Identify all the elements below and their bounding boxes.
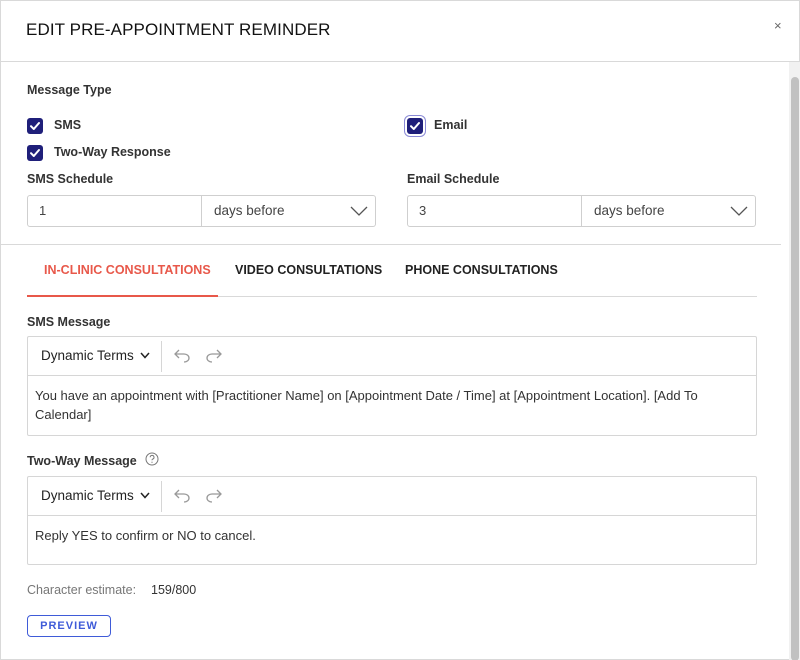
undo-icon[interactable] — [173, 349, 191, 363]
tab-in-clinic-consultations[interactable]: IN-CLINIC CONSULTATIONS — [44, 263, 211, 277]
close-icon[interactable]: × — [774, 18, 782, 33]
help-circle-icon[interactable] — [145, 452, 159, 466]
character-estimate-label: Character estimate: — [27, 583, 137, 597]
checkmark-icon — [410, 122, 420, 130]
toolbar-separator — [161, 481, 162, 512]
tab-phone-consultations[interactable]: PHONE CONSULTATIONS — [405, 263, 558, 277]
chevron-down-icon — [350, 206, 368, 216]
email-checkbox-label: Email — [434, 118, 468, 132]
section-divider — [1, 244, 781, 245]
redo-icon[interactable] — [205, 349, 223, 363]
sms-message-label: SMS Message — [27, 315, 111, 329]
dynamic-terms-dropdown[interactable]: Dynamic Terms — [41, 348, 150, 363]
sms-editor-toolbar: Dynamic Terms — [28, 337, 756, 376]
dynamic-terms-label: Dynamic Terms — [41, 488, 134, 503]
chevron-down-icon — [730, 206, 748, 216]
sms-message-text[interactable]: You have an appointment with [Practition… — [35, 386, 745, 424]
email-schedule-label: Email Schedule — [407, 172, 500, 186]
checkmark-icon — [30, 122, 40, 130]
chevron-down-icon — [140, 492, 150, 499]
sms-checkbox[interactable] — [27, 118, 43, 134]
two-way-response-label: Two-Way Response — [54, 145, 171, 159]
undo-icon[interactable] — [173, 489, 191, 503]
sms-schedule-days-input[interactable]: 1 — [27, 195, 202, 227]
two-way-message-text[interactable]: Reply YES to confirm or NO to cancel. — [35, 526, 745, 545]
chevron-down-icon — [140, 352, 150, 359]
active-tab-indicator — [27, 295, 218, 297]
toolbar-separator — [161, 341, 162, 372]
email-schedule-unit-select[interactable]: days before — [582, 195, 756, 227]
tab-video-consultations[interactable]: VIDEO CONSULTATIONS — [235, 263, 382, 277]
sms-schedule-label: SMS Schedule — [27, 172, 114, 186]
scrollbar-thumb[interactable] — [791, 77, 799, 660]
character-estimate-value: 159/800 — [151, 583, 197, 597]
sms-schedule-unit-select[interactable]: days before — [202, 195, 376, 227]
two-way-message-editor[interactable]: Dynamic Terms Reply YES to confirm or NO… — [27, 476, 757, 565]
two-way-response-checkbox[interactable] — [27, 145, 43, 161]
message-type-label: Message Type — [27, 83, 112, 97]
two-way-editor-toolbar: Dynamic Terms — [28, 477, 756, 516]
dynamic-terms-dropdown[interactable]: Dynamic Terms — [41, 488, 150, 503]
preview-button[interactable]: PREVIEW — [27, 615, 111, 637]
email-checkbox[interactable] — [407, 118, 423, 134]
redo-icon[interactable] — [205, 489, 223, 503]
sms-schedule-unit-value: days before — [214, 203, 285, 218]
edit-reminder-dialog: EDIT PRE-APPOINTMENT REMINDER × Message … — [0, 0, 800, 660]
sms-message-editor[interactable]: Dynamic Terms You have an appointment wi… — [27, 336, 757, 436]
email-schedule-days-input[interactable]: 3 — [407, 195, 582, 227]
dialog-title: EDIT PRE-APPOINTMENT REMINDER — [26, 20, 331, 39]
two-way-message-label: Two-Way Message — [27, 454, 137, 468]
dynamic-terms-label: Dynamic Terms — [41, 348, 134, 363]
sms-checkbox-label: SMS — [54, 118, 82, 132]
checkmark-icon — [30, 149, 40, 157]
dialog-header: EDIT PRE-APPOINTMENT REMINDER × — [1, 1, 800, 62]
email-schedule-unit-value: days before — [594, 203, 665, 218]
